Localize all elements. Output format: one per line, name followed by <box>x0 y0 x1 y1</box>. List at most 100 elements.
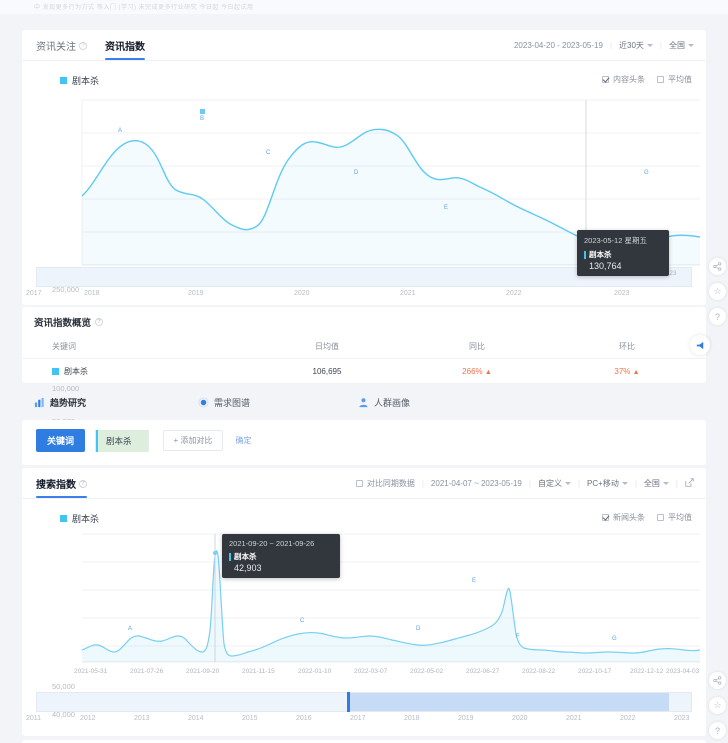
keyword-chip-value: 剧本杀 <box>98 430 148 452</box>
news-range-select[interactable]: 近30天 <box>619 40 653 51</box>
slider-year: 2011 <box>26 715 41 722</box>
right-rail-bottom: ☆ ? <box>709 672 726 739</box>
tabs-divider <box>22 60 706 61</box>
feedback-button[interactable] <box>690 335 710 355</box>
chevron-down-icon <box>647 44 653 47</box>
overview-title-text: 资讯指数概览 <box>34 315 91 329</box>
nav-item-trend-label: 趋势研究 <box>50 396 86 409</box>
export-icon[interactable] <box>685 478 694 489</box>
search-device-select[interactable]: PC+移动 <box>587 478 628 489</box>
news-chart-tooltip: 2023-05-12 星期五 剧本杀 130,764 <box>577 230 669 276</box>
search-range-select[interactable]: 自定义 <box>538 478 571 489</box>
annotation-C: C <box>300 618 304 624</box>
news-region-select[interactable]: 全国 <box>669 40 694 51</box>
nav-item-demand-label: 需求图谱 <box>214 396 250 409</box>
annotation-G: G <box>644 170 649 176</box>
top-strip-text: 中 发现更多行为方式 等入门 (学习) 未完成更多行业研究 今日起 今日起试用 <box>34 2 254 11</box>
news-region-select-label: 全国 <box>669 40 685 51</box>
x-tick: 2022-08-22 <box>522 668 555 675</box>
annotation-E: E <box>444 205 448 211</box>
nav-item-audience[interactable]: 人群画像 <box>358 396 410 409</box>
x-tick: 2022-03-07 <box>354 668 387 675</box>
chevron-down-icon <box>688 44 694 47</box>
col-yoy: 同比 <box>402 341 552 352</box>
search-region-select[interactable]: 全国 <box>644 478 669 489</box>
help-icon[interactable]: ? <box>709 308 726 325</box>
arrow-up-icon: ▲ <box>485 369 492 376</box>
help-icon[interactable]: ? <box>79 480 87 488</box>
divider: | <box>635 479 637 488</box>
confirm-button[interactable]: 确定 <box>235 435 251 446</box>
keyword-chip[interactable]: 剧本杀 <box>95 430 149 452</box>
share-glyph <box>713 262 722 271</box>
chevron-down-icon <box>663 482 669 485</box>
checkbox-average[interactable]: 平均值 <box>657 512 692 523</box>
slider-year: 2023 <box>614 290 630 297</box>
news-overview-card: 资讯指数概览 ? 关键词 日均值 同比 环比 剧本杀 106,695 266% <box>22 307 706 383</box>
tab-news-index[interactable]: 资讯指数 <box>105 38 145 60</box>
checkbox-headline[interactable]: 内容头条 <box>602 74 645 85</box>
slider-selected-range[interactable] <box>347 693 669 711</box>
search-range-select-label: 自定义 <box>538 478 562 489</box>
baidu-index-page: 中 发现更多行为方式 等入门 (学习) 未完成更多行业研究 今日起 今日起试用 … <box>0 0 728 743</box>
help-icon[interactable]: ? <box>79 42 87 50</box>
x-tick: 2022-05-02 <box>410 668 443 675</box>
keyword-cell: 剧本杀 <box>52 366 252 377</box>
table-row: 剧本杀 106,695 266% ▲ 37% ▲ <box>22 359 706 383</box>
divider: | <box>660 41 662 50</box>
annotation-B-marker <box>200 109 205 114</box>
tooltip-date: 2023-05-12 星期五 <box>584 235 662 246</box>
divider: | <box>578 479 580 488</box>
keyword-button[interactable]: 关键词 <box>36 429 85 452</box>
annotation-G: G <box>612 636 617 642</box>
annotation-D: D <box>354 170 358 176</box>
news-index-chart[interactable]: 250,000 200,000 150,000 100,000 50,000 A… <box>52 92 700 277</box>
tooltip-series: 剧本杀 <box>584 249 662 260</box>
share-glyph <box>713 676 722 685</box>
tooltip-series: 剧本杀 <box>229 551 333 562</box>
annotation-A: A <box>118 128 122 134</box>
search-range-slider[interactable] <box>36 692 692 712</box>
tab-search-index[interactable]: 搜索指数 ? <box>36 476 87 498</box>
checkbox-icon <box>602 514 609 521</box>
legend-color-swatch <box>60 515 67 522</box>
add-comparison-button[interactable]: + 添加对比 <box>163 430 224 451</box>
news-index-tabs: 资讯关注 ? 资讯指数 <box>36 38 145 60</box>
nav-item-demand[interactable]: 需求图谱 <box>198 396 250 409</box>
cell-mom: 37% ▲ <box>552 367 702 376</box>
checkbox-news-headline[interactable]: 新闻头条 <box>602 512 645 523</box>
help-icon[interactable]: ? <box>709 722 726 739</box>
news-date-range: 2023-04-20 - 2023-05-19 <box>514 41 603 50</box>
tabs-divider <box>22 498 706 499</box>
keyword-color-swatch <box>52 368 59 375</box>
x-tick: 2021-09-20 <box>186 668 219 675</box>
tooltip-color-bar <box>229 553 231 561</box>
share-icon[interactable] <box>709 258 726 275</box>
checkbox-compare-period[interactable]: 对比同期数据 <box>356 478 415 489</box>
checkbox-icon <box>657 514 664 521</box>
nav-item-trend[interactable]: 趋势研究 <box>34 396 86 409</box>
checkbox-average-label: 平均值 <box>668 74 692 85</box>
search-index-controls: 对比同期数据 | 2021-04-07 ~ 2023-05-19 | 自定义 |… <box>356 478 694 489</box>
annotation-A: A <box>128 626 132 632</box>
star-icon[interactable]: ☆ <box>709 697 726 714</box>
x-tick: 2021-05-31 <box>74 668 107 675</box>
checkbox-average-label: 平均值 <box>668 512 692 523</box>
tab-search-index-label: 搜索指数 <box>36 476 76 491</box>
help-icon[interactable]: ? <box>95 318 103 326</box>
share-icon[interactable] <box>709 672 726 689</box>
slider-year: 2015 <box>242 715 258 722</box>
search-index-tabs: 搜索指数 ? <box>36 476 87 498</box>
annotation-D: D <box>416 626 420 632</box>
keyword-filter-card: 关键词 剧本杀 + 添加对比 确定 <box>22 420 706 465</box>
slider-handle-left[interactable] <box>347 692 350 712</box>
col-mom: 环比 <box>552 341 702 352</box>
search-index-chart[interactable]: 50,000 40,000 30,000 20,000 10,000 A C D… <box>52 526 700 674</box>
legend-label: 剧本杀 <box>72 74 99 87</box>
checkbox-average[interactable]: 平均值 <box>657 74 692 85</box>
annotation-B: B <box>200 116 204 122</box>
slider-year: 2019 <box>458 715 474 722</box>
tab-news-attention[interactable]: 资讯关注 ? <box>36 38 87 60</box>
checkbox-icon <box>602 76 609 83</box>
star-icon[interactable]: ☆ <box>709 283 726 300</box>
